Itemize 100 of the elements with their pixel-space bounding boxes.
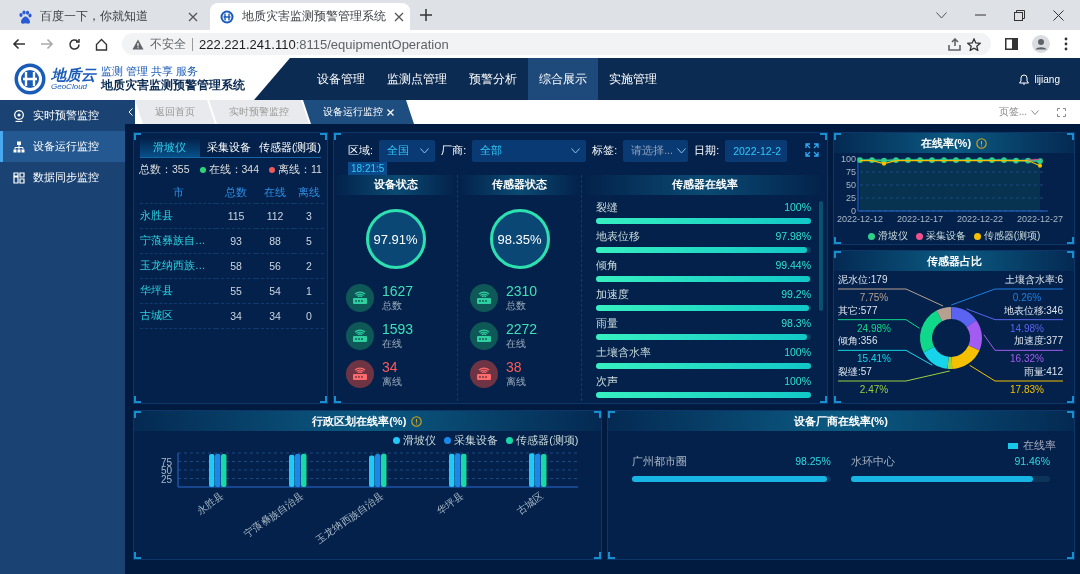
bell-icon[interactable] xyxy=(1019,73,1030,85)
filter-label: 厂商: xyxy=(441,144,467,158)
scrollbar[interactable] xyxy=(819,201,823,311)
close-icon[interactable] xyxy=(1053,9,1064,21)
slice-percent: 14.98% xyxy=(1010,322,1044,334)
emblem-icon xyxy=(220,9,234,24)
slice-label: 雨量:412 xyxy=(1023,366,1063,377)
logo-subtext: GeoCloud xyxy=(51,82,88,92)
sidebar-item[interactable]: 实时预警监控 xyxy=(0,100,125,131)
table-cell: 华坪县 xyxy=(140,279,216,304)
collapse-icon[interactable] xyxy=(127,108,133,116)
new-tab-icon[interactable] xyxy=(420,9,432,21)
tab-menu[interactable]: 页签... xyxy=(998,105,1039,119)
table-cell: 0 xyxy=(294,304,324,329)
tab[interactable]: 传感器(测项) xyxy=(259,138,321,157)
reload-icon[interactable] xyxy=(68,37,81,51)
chevron-down-icon[interactable] xyxy=(936,11,947,19)
sidebar-item[interactable]: 数据同步监控 xyxy=(0,162,125,193)
close-icon[interactable] xyxy=(188,11,198,22)
table-cell: 34 xyxy=(216,304,256,329)
axis-label: 75 xyxy=(846,167,856,177)
nav-item[interactable]: 监测点管理 xyxy=(376,58,458,100)
axis-label: 0 xyxy=(851,206,856,216)
avatar-icon[interactable] xyxy=(1032,35,1050,53)
stat-label: 离线 xyxy=(382,375,402,390)
table-cell: 88 xyxy=(256,229,294,254)
slice-percent: 0.26% xyxy=(1012,292,1042,303)
panel-title: 设备厂商在线率(%) xyxy=(793,413,888,429)
axis-label: 宁蒗彝族自治县 xyxy=(242,489,306,540)
table-cell: 5 xyxy=(294,229,324,254)
filter-label: 标签: xyxy=(592,144,618,158)
fullscreen-icon[interactable] xyxy=(1057,107,1066,117)
axis-label: 华坪县 xyxy=(434,489,466,517)
rate-value: 99.44% xyxy=(775,259,811,272)
paw-icon xyxy=(18,9,32,24)
data-point xyxy=(977,157,983,163)
browser-tab[interactable]: 百度一下，你就知道 xyxy=(8,3,208,30)
tab[interactable]: 滑坡仪 xyxy=(140,138,200,157)
nav-item[interactable]: 设备管理 xyxy=(306,58,376,100)
star-icon[interactable] xyxy=(967,37,981,51)
column-header: 在线 xyxy=(256,182,294,204)
caret-icon xyxy=(1031,109,1039,115)
sensor-name: 土壤含水率 xyxy=(596,346,651,359)
nav-item[interactable]: 实施管理 xyxy=(598,58,668,100)
rate-value: 100% xyxy=(784,346,811,359)
back-icon[interactable] xyxy=(12,38,26,50)
stat-value: 34 xyxy=(382,358,399,376)
select-field[interactable]: 全国 xyxy=(378,140,436,162)
date-field[interactable]: 2022-12-2 xyxy=(725,140,787,162)
axis-label: 25 xyxy=(160,473,172,485)
sidebar-item[interactable]: 设备运行监控 xyxy=(0,131,125,162)
browser-tab[interactable]: 地质灾害监测预警管理系统 xyxy=(210,3,410,30)
data-point xyxy=(893,157,899,163)
security-label: 不安全 xyxy=(150,37,193,51)
target-icon xyxy=(13,109,25,122)
menu-icon[interactable] xyxy=(1064,37,1068,51)
sidebar-icon[interactable] xyxy=(1005,38,1018,50)
stat-label: 总数 xyxy=(382,299,403,314)
tab[interactable]: 采集设备 xyxy=(199,138,259,157)
stat-label: 离线 xyxy=(506,375,526,390)
axis-label: 100 xyxy=(840,154,856,164)
legend-item: 在线率 xyxy=(1008,439,1056,453)
summary-count: 离线：11 xyxy=(269,163,322,177)
table-cell: 3 xyxy=(294,204,324,229)
chevron-down-icon xyxy=(676,148,686,154)
expand-icon[interactable] xyxy=(805,143,819,157)
stat-value: 2310 xyxy=(506,282,538,300)
slice-percent: 16.32% xyxy=(1010,353,1044,365)
chevron-down-icon xyxy=(420,148,430,154)
panel-title: 在线率(%) xyxy=(920,135,972,151)
legend-item: 滑坡仪 xyxy=(867,229,908,243)
vendor-name: 广州都市圈 xyxy=(631,455,687,469)
nav-item[interactable]: 预警分析 xyxy=(458,58,528,100)
axis-label: 75 xyxy=(160,456,172,468)
home-icon[interactable] xyxy=(95,37,108,51)
rate-value: 99.2% xyxy=(781,288,811,301)
emblem-icon xyxy=(14,63,46,95)
nav-item[interactable]: 综合展示 xyxy=(528,58,598,100)
restore-icon[interactable] xyxy=(1014,9,1025,21)
chevron-down-icon xyxy=(571,148,581,154)
data-point xyxy=(965,157,971,163)
data-point xyxy=(905,157,911,163)
router-icon xyxy=(346,322,374,350)
table-cell: 55 xyxy=(216,279,256,304)
address-field[interactable]: 不安全 222.221.241.110:8115/equipmentOperation xyxy=(122,33,991,55)
stat-value: 2272 xyxy=(506,320,538,338)
legend-item: 传感器(测项) xyxy=(506,431,579,449)
data-point xyxy=(1013,157,1019,164)
share-icon[interactable] xyxy=(948,37,961,51)
page-tab[interactable]: 设备运行监控 xyxy=(303,100,414,124)
axis-label: 玉龙纳西族自治县 xyxy=(314,489,386,546)
user-name: lijiang xyxy=(1034,73,1060,85)
close-icon[interactable] xyxy=(394,11,404,22)
select-field[interactable]: 全部 xyxy=(472,140,587,162)
stat-label: 在线 xyxy=(382,337,403,352)
select-field[interactable]: 请选择... xyxy=(623,140,689,162)
axis-label: 25 xyxy=(846,193,856,203)
axis-label: 古城区 xyxy=(514,489,546,517)
vendor-name: 水环中心 xyxy=(850,455,895,469)
slice-percent: 15.41% xyxy=(857,353,891,365)
